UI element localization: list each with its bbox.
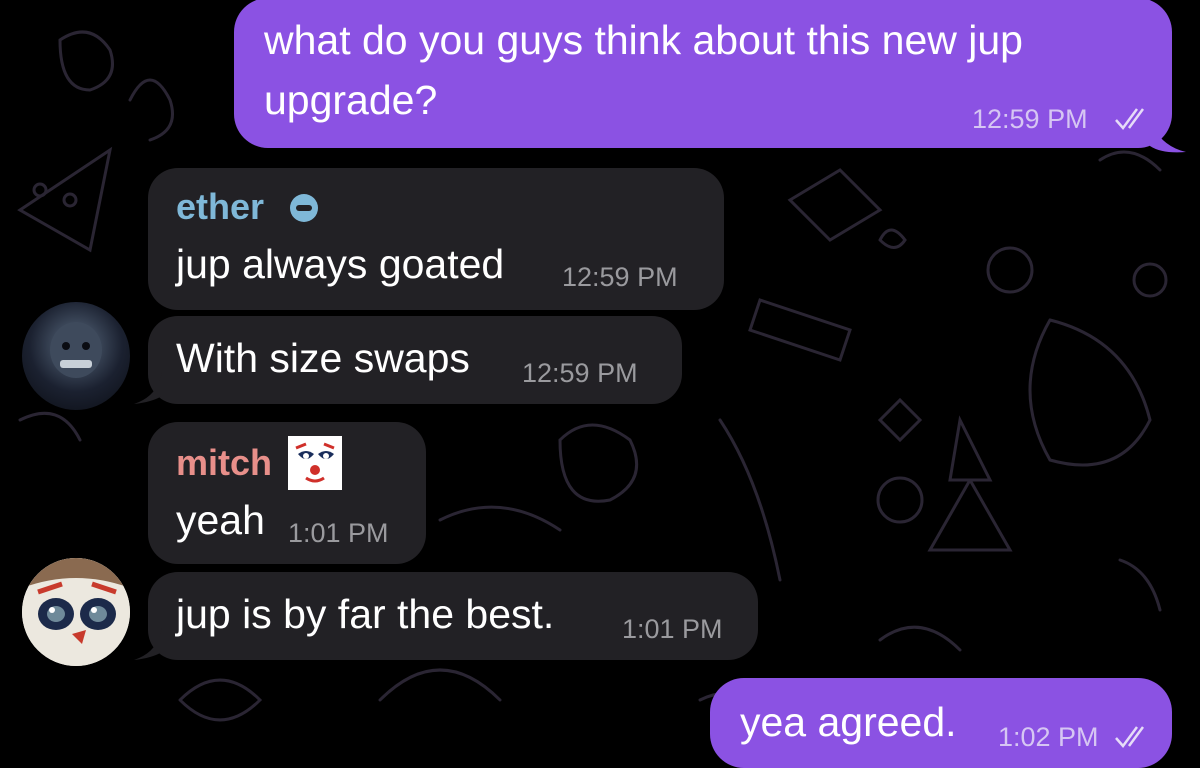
message-text-line2: upgrade? [264,77,438,123]
sender-name[interactable]: ether [176,186,264,228]
outgoing-message-2[interactable]: yea agreed. 1:02 PM [710,678,1172,768]
clown-face-avatar[interactable] [22,558,130,666]
incoming-message-ether[interactable]: ether jup always goated 12:59 PM [148,168,724,310]
double-check-icon [1115,726,1145,748]
message-time: 12:59 PM [562,262,678,292]
message-text: jup is by far the best. [176,591,555,637]
message-text: yeah [176,497,265,543]
message-time: 1:01 PM [288,518,389,548]
double-check-icon [1115,108,1145,130]
incoming-message-size-swaps[interactable]: With size swaps 12:59 PM [148,316,682,404]
message-time: 12:59 PM [522,358,638,388]
minus-circle-icon [290,194,318,222]
incoming-message-mitch[interactable]: mitch yeah 1:01 PM [148,422,426,564]
bubble-tail [134,628,162,660]
message-time: 1:01 PM [622,614,723,644]
message-text: yea agreed. [740,699,957,745]
dark-mask-avatar[interactable] [22,302,130,410]
incoming-message-best[interactable]: jup is by far the best. 1:01 PM [148,572,758,660]
outgoing-message-1[interactable]: what do you guys think about this new ju… [234,0,1172,148]
message-time: 12:59 PM [972,104,1088,134]
bubble-tail [1150,120,1186,153]
message-text: With size swaps [176,335,470,381]
message-text: jup always goated [176,241,505,287]
message-time: 1:02 PM [998,722,1099,752]
sender-name[interactable]: mitch [176,442,272,484]
message-text-line1: what do you guys think about this new ju… [264,17,1023,63]
clown-face-emoji [288,436,342,490]
bubble-tail [134,372,162,404]
